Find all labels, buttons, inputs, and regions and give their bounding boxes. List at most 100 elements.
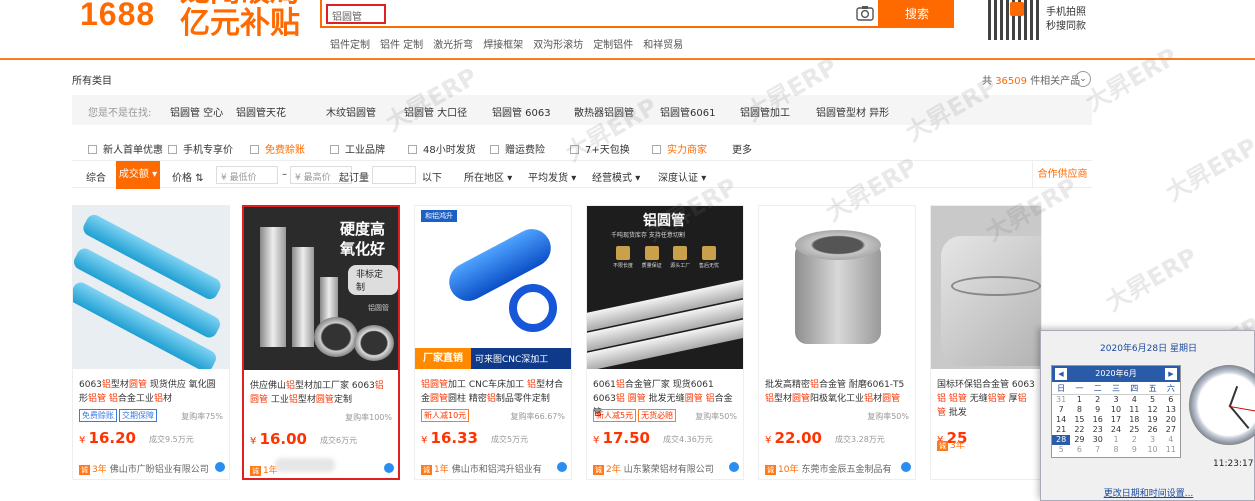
calendar-day[interactable]: 8 xyxy=(1070,405,1088,415)
calendar-day[interactable]: 13 xyxy=(1162,405,1180,415)
calendar-day[interactable]: 27 xyxy=(1162,425,1180,435)
sort-overall[interactable]: 综合 xyxy=(86,169,106,184)
product-title[interactable]: 铝圆管加工 CNC车床加工 铝型材合金圆管圆柱 精密铝制品零件定制 xyxy=(421,378,565,406)
calendar-day[interactable]: 9 xyxy=(1089,405,1107,415)
business-dropdown[interactable]: 经营模式 ▾ xyxy=(592,169,640,184)
quick-link[interactable]: 激光折弯 xyxy=(433,40,473,51)
product-image[interactable] xyxy=(73,206,229,369)
calendar-day[interactable]: 16 xyxy=(1089,415,1107,425)
checkbox-icon[interactable] xyxy=(330,145,339,154)
chat-icon[interactable] xyxy=(215,462,225,472)
product-image[interactable] xyxy=(931,206,1041,369)
delivery-dropdown[interactable]: 平均发货 ▾ xyxy=(528,169,576,184)
filter-checkbox[interactable]: 手机专享价 xyxy=(168,141,233,156)
prev-month-icon[interactable]: ◀ xyxy=(1055,368,1067,380)
calendar-day[interactable]: 7 xyxy=(1052,405,1070,415)
related-search-link[interactable]: 铝圆管 空心 xyxy=(170,104,223,119)
camera-icon[interactable] xyxy=(856,5,874,21)
region-dropdown[interactable]: 所在地区 ▾ xyxy=(464,169,512,184)
min-order-input[interactable] xyxy=(372,166,416,184)
promo-banner[interactable]: 龙闯破局 亿元补贴 xyxy=(180,0,300,40)
quick-link[interactable]: 定制铝件 xyxy=(593,40,633,51)
related-search-link[interactable]: 铝圆管 大口径 xyxy=(404,104,467,119)
calendar-day[interactable]: 1 xyxy=(1070,395,1088,405)
quick-link[interactable]: 双沟形滚坊 xyxy=(533,40,583,51)
calendar-day[interactable]: 10 xyxy=(1107,405,1125,415)
product-image[interactable]: 和铝鸿升 厂家直销 可来图CNC深加工 xyxy=(415,206,571,369)
calendar-day[interactable]: 12 xyxy=(1143,405,1161,415)
quick-link[interactable]: 和祥贸易 xyxy=(643,40,683,51)
calendar-day[interactable]: 9 xyxy=(1125,445,1143,455)
product-title[interactable]: 6063铝型材圆管 现货供应 氧化圆形铝管 铝合金工业铝材 xyxy=(79,378,223,406)
next-month-icon[interactable]: ▶ xyxy=(1165,368,1177,380)
related-search-link[interactable]: 铝圆管型材 异形 xyxy=(816,104,889,119)
calendar-day[interactable]: 22 xyxy=(1070,425,1088,435)
product-card[interactable]: 批发高精密铝合金管 耐磨6061-T5铝型材圆管阳极氧化工业铝材圆管 复购率50%… xyxy=(758,205,916,480)
calendar-day[interactable]: 4 xyxy=(1125,395,1143,405)
calendar-day[interactable]: 2 xyxy=(1089,395,1107,405)
calendar-day[interactable]: 11 xyxy=(1125,405,1143,415)
seller-info[interactable]: 诚 3年 佛山市广盼铝业有限公司 xyxy=(79,462,223,475)
filter-checkbox[interactable]: 工业品牌 xyxy=(330,141,385,156)
seller-info[interactable]: 诚 2年 山东繁荣铝材有限公司 xyxy=(593,462,737,475)
chat-icon[interactable] xyxy=(901,462,911,472)
quick-link[interactable]: 焊接框架 xyxy=(483,40,523,51)
calendar-day[interactable]: 31 xyxy=(1052,395,1070,405)
product-card[interactable]: 硬度高 氧化好 非标定制 铝圆管 供应佛山铝型材加工厂家 6063铝圆管 工业铝型材… xyxy=(242,205,400,480)
seller-info[interactable]: 诚 3年 xyxy=(937,438,1035,451)
checkbox-icon[interactable] xyxy=(88,145,97,154)
product-image[interactable]: 硬度高 氧化好 非标定制 铝圆管 xyxy=(244,207,398,370)
filter-checkbox[interactable]: 免费赊账 xyxy=(250,141,305,156)
chat-icon[interactable] xyxy=(557,462,567,472)
related-search-link[interactable]: 散热器铝圆管 xyxy=(574,104,634,119)
checkbox-icon[interactable] xyxy=(652,145,661,154)
calendar-day[interactable]: 3 xyxy=(1143,435,1161,445)
related-search-link[interactable]: 铝圆管加工 xyxy=(740,104,790,119)
product-card[interactable]: 铝圆管 千吨现货库存 支持任意切割 不限长度 质量保证 源头工厂 售后无忧 6061铝… xyxy=(586,205,744,480)
calendar-day[interactable]: 7 xyxy=(1089,445,1107,455)
calendar-day[interactable]: 8 xyxy=(1107,445,1125,455)
filter-checkbox[interactable]: 7+天包换 xyxy=(570,141,630,156)
product-title[interactable]: 批发高精密铝合金管 耐磨6061-T5铝型材圆管阳极氧化工业铝材圆管 xyxy=(765,378,909,406)
certify-dropdown[interactable]: 深度认证 ▾ xyxy=(658,169,706,184)
calendar-day[interactable]: 24 xyxy=(1107,425,1125,435)
mobile-photo-search[interactable]: 手机拍照 秒搜同款 xyxy=(1046,6,1086,34)
more-filters[interactable]: 更多 xyxy=(732,141,752,156)
product-card[interactable]: 和铝鸿升 厂家直销 可来图CNC深加工铝圆管加工 CNC车床加工 铝型材合金圆管… xyxy=(414,205,572,480)
calendar-day[interactable]: 25 xyxy=(1125,425,1143,435)
checkbox-icon[interactable] xyxy=(168,145,177,154)
calendar-day[interactable]: 1 xyxy=(1107,435,1125,445)
calendar-day[interactable]: 14 xyxy=(1052,415,1070,425)
related-search-link[interactable]: 铝圆管天花 xyxy=(236,104,286,119)
calendar-day[interactable]: 6 xyxy=(1070,445,1088,455)
calendar-day[interactable]: 29 xyxy=(1070,435,1088,445)
calendar-day[interactable]: 15 xyxy=(1070,415,1088,425)
product-image[interactable]: 铝圆管 千吨现货库存 支持任意切割 不限长度 质量保证 源头工厂 售后无忧 xyxy=(587,206,743,369)
calendar-day[interactable]: 10 xyxy=(1143,445,1161,455)
calendar-day[interactable]: 4 xyxy=(1162,435,1180,445)
calendar-day[interactable]: 3 xyxy=(1107,395,1125,405)
calendar-day[interactable]: 17 xyxy=(1107,415,1125,425)
calendar-day[interactable]: 11 xyxy=(1162,445,1180,455)
calendar-day[interactable]: 20 xyxy=(1162,415,1180,425)
calendar-day[interactable]: 28 xyxy=(1052,435,1071,445)
checkbox-icon[interactable] xyxy=(490,145,499,154)
checkbox-icon[interactable] xyxy=(570,145,579,154)
change-datetime-link[interactable]: 更改日期和时间设置... xyxy=(1041,486,1255,499)
coop-supplier-button[interactable]: 合作供应商 xyxy=(1032,161,1092,189)
search-button[interactable]: 搜索 xyxy=(880,0,954,28)
price-min-input[interactable]: ¥ 最低价 xyxy=(216,166,278,184)
quick-link[interactable]: 铝件定制 xyxy=(330,40,370,51)
filter-checkbox[interactable]: 赠运费险 xyxy=(490,141,545,156)
calendar-day[interactable]: 26 xyxy=(1143,425,1161,435)
calendar-day[interactable]: 18 xyxy=(1125,415,1143,425)
related-search-link[interactable]: 铝圆管6061 xyxy=(660,104,715,119)
seller-info[interactable]: 诚 10年 东莞市金辰五金制品有 xyxy=(765,462,909,475)
sort-price[interactable]: 价格 ⇅ xyxy=(172,169,204,184)
all-categories-link[interactable]: 所有类目 xyxy=(72,72,112,87)
calendar-day[interactable]: 19 xyxy=(1143,415,1161,425)
search-input[interactable]: 铝圆管 xyxy=(326,4,386,24)
calendar-day[interactable]: 23 xyxy=(1089,425,1107,435)
quick-link[interactable]: 铝件 定制 xyxy=(380,40,423,51)
calendar-day[interactable]: 6 xyxy=(1162,395,1180,405)
